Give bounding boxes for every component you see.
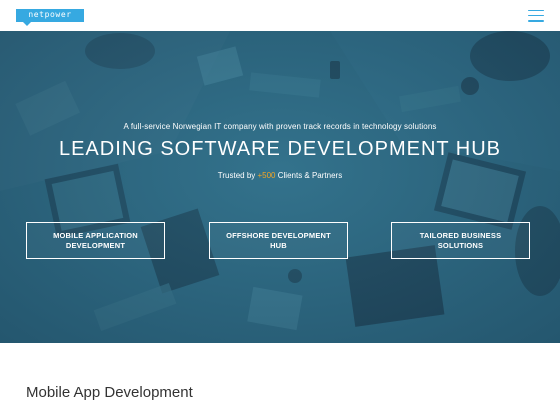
button-label-line: OFFSHORE DEVELOPMENT — [226, 230, 331, 240]
offshore-development-hub-button[interactable]: OFFSHORE DEVELOPMENT HUB — [209, 222, 348, 259]
mobile-app-development-button[interactable]: MOBILE APPLICATION DEVELOPMENT — [26, 222, 165, 259]
hero-overlay — [0, 31, 560, 343]
trusted-prefix: Trusted by — [217, 171, 258, 180]
hero-tagline: A full-service Norwegian IT company with… — [123, 122, 437, 131]
logo-text: netpower — [28, 10, 72, 19]
button-label-line: HUB — [270, 240, 287, 250]
trusted-suffix: Clients & Partners — [275, 171, 343, 180]
button-label: OFFSHORE DEVELOPMENT HUB — [226, 231, 331, 251]
section-title: Mobile App Development — [26, 384, 193, 400]
button-label-line: TAILORED BUSINESS — [419, 230, 502, 240]
hero-banner: A full-service Norwegian IT company with… — [0, 31, 560, 343]
netpower-logo[interactable]: netpower — [16, 8, 84, 26]
trusted-by-text: Trusted by +500 Clients & Partners — [0, 171, 560, 180]
button-label-line: MOBILE APPLICATION — [53, 230, 138, 240]
button-label: MOBILE APPLICATION DEVELOPMENT — [53, 231, 138, 251]
button-label-line: SOLUTIONS — [437, 240, 484, 250]
menu-bar — [528, 14, 544, 17]
button-label-line: DEVELOPMENT — [65, 240, 126, 250]
menu-bar — [528, 20, 544, 22]
button-label: TAILORED BUSINESS SOLUTIONS — [420, 231, 502, 251]
tailored-business-solutions-button[interactable]: TAILORED BUSINESS SOLUTIONS — [391, 222, 530, 259]
hero-title: LEADING SOFTWARE DEVELOPMENT HUB — [58, 138, 502, 160]
client-count: +500 — [257, 171, 276, 180]
menu-bar — [528, 9, 544, 11]
hamburger-menu-icon[interactable] — [528, 9, 544, 22]
site-header: netpower — [0, 0, 560, 31]
